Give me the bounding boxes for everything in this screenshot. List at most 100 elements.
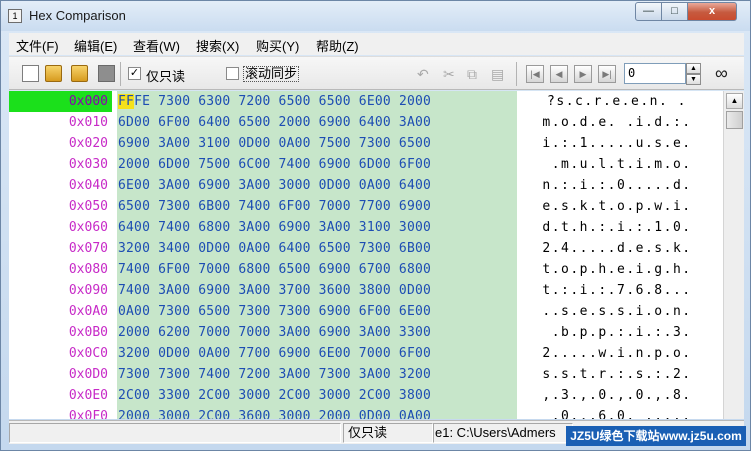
hex-row[interactable]: 0x070 3200 3400 0D00 0A00 6400 6500 7300… <box>9 238 723 259</box>
first-icon[interactable]: |◀ <box>526 65 544 83</box>
binoculars-icon[interactable]: ∞ <box>715 63 728 83</box>
status-pane-1 <box>9 423 341 443</box>
open-file-2-icon[interactable] <box>71 65 88 82</box>
row-address: 0x080 <box>68 262 108 277</box>
hex-row[interactable]: 0x020 6900 3A00 3100 0D00 0A00 7500 7300… <box>9 133 723 154</box>
row-hex[interactable]: 6500 7300 6B00 7400 6F00 7000 7700 6900 <box>118 196 516 217</box>
row-address: 0x0C0 <box>68 346 108 361</box>
row-address: 0x070 <box>68 241 108 256</box>
toolbar: ✓ 仅只读 滚动同步 ↶ ✂ ⧉ ▤ |◀ ◀ ▶ ▶| 0 ▲ ▼ ∞ <box>9 56 744 90</box>
row-address: 0x030 <box>68 157 108 172</box>
row-hex-rest: FE 7300 6300 7200 6500 6500 6E00 2000 <box>134 94 432 109</box>
cursor-byte[interactable]: FF <box>118 94 135 109</box>
scroll-up-icon[interactable]: ▲ <box>726 93 743 109</box>
hex-row[interactable]: 0x040 6E00 3A00 6900 3A00 3000 0D00 0A00… <box>9 175 723 196</box>
hex-row[interactable]: 0x000 FFFE 7300 6300 7200 6500 6500 6E00… <box>9 91 723 112</box>
row-address: 0x0A0 <box>68 304 108 319</box>
close-button[interactable]: x <box>687 2 737 21</box>
next-icon[interactable]: ▶ <box>574 65 592 83</box>
hex-row[interactable]: 0x0D0 7300 7300 7400 7200 3A00 7300 3A00… <box>9 364 723 385</box>
menu-search[interactable]: 搜索(X) <box>196 36 239 55</box>
hex-view[interactable]: 0x000 FFFE 7300 6300 7200 6500 6500 6E00… <box>9 91 744 419</box>
row-ascii[interactable]: d.t.h.:.i.:.1.0. <box>519 217 715 238</box>
watermark: JZ5U绿色下载站www.jz5u.com <box>566 426 746 446</box>
title-bar: 1 Hex Comparison — □ x <box>1 1 750 31</box>
row-address: 0x0E0 <box>68 388 108 403</box>
row-hex[interactable]: 3200 3400 0D00 0A00 6400 6500 7300 6B00 <box>118 238 516 259</box>
row-address: 0x010 <box>68 115 108 130</box>
cut-icon[interactable]: ✂ <box>443 66 455 83</box>
menu-file[interactable]: 文件(F) <box>16 36 59 55</box>
row-hex[interactable]: 2000 6D00 7500 6C00 7400 6900 6D00 6F00 <box>118 154 516 175</box>
row-hex[interactable]: FFFE 7300 6300 7200 6500 6500 6E00 2000 <box>118 91 516 112</box>
row-hex[interactable]: 6D00 6F00 6400 6500 2000 6900 6400 3A00 <box>118 112 516 133</box>
row-hex[interactable]: 0A00 7300 6500 7300 7300 6900 6F00 6E00 <box>118 301 516 322</box>
hex-row[interactable]: 0x010 6D00 6F00 6400 6500 2000 6900 6400… <box>9 112 723 133</box>
row-address: 0x060 <box>68 220 108 235</box>
stop-icon[interactable] <box>98 65 115 82</box>
row-ascii[interactable]: i.:.1.....u.s.e. <box>519 133 715 154</box>
row-ascii[interactable]: e.s.k.t.o.p.w.i. <box>519 196 715 217</box>
hex-row[interactable]: 0x0B0 2000 6200 7000 7000 3A00 6900 3A00… <box>9 322 723 343</box>
hex-row[interactable]: 0x0C0 3200 0D00 0A00 7700 6900 6E00 7000… <box>9 343 723 364</box>
new-file-icon[interactable] <box>22 65 39 82</box>
hex-row[interactable]: 0x0E0 2C00 3300 2C00 3000 2C00 3000 2C00… <box>9 385 723 406</box>
copy-icon[interactable]: ⧉ <box>467 66 477 83</box>
hex-row[interactable]: 0x090 7400 3A00 6900 3A00 3700 3600 3800… <box>9 280 723 301</box>
hex-row[interactable]: 0x060 6400 7400 6800 3A00 6900 3A00 3100… <box>9 217 723 238</box>
toolbar-separator <box>516 62 517 86</box>
row-hex[interactable]: 6400 7400 6800 3A00 6900 3A00 3100 3000 <box>118 217 516 238</box>
row-address: 0x0D0 <box>68 367 108 382</box>
menu-view[interactable]: 查看(W) <box>133 36 180 55</box>
row-ascii[interactable]: 2.4.....d.e.s.k. <box>519 238 715 259</box>
row-hex[interactable]: 6E00 3A00 6900 3A00 3000 0D00 0A00 6400 <box>118 175 516 196</box>
paste-icon[interactable]: ▤ <box>491 66 504 83</box>
row-hex[interactable]: 7300 7300 7400 7200 3A00 7300 3A00 3200 <box>118 364 516 385</box>
row-hex[interactable]: 7400 6F00 7000 6800 6500 6900 6700 6800 <box>118 259 516 280</box>
row-ascii[interactable]: n.:.i.:.0.....d. <box>519 175 715 196</box>
scroll-sync-checkbox[interactable] <box>226 67 239 80</box>
row-ascii[interactable]: .m.u.l.t.i.m.o. <box>519 154 715 175</box>
readonly-checkbox[interactable]: ✓ <box>128 67 141 80</box>
prev-icon[interactable]: ◀ <box>550 65 568 83</box>
row-address: 0x0B0 <box>68 325 108 340</box>
row-hex[interactable]: 7400 3A00 6900 3A00 3700 3600 3800 0D00 <box>118 280 516 301</box>
app-window: 1 Hex Comparison — □ x 文件(F) 编辑(E) 查看(W)… <box>0 0 751 451</box>
row-hex[interactable]: 3200 0D00 0A00 7700 6900 6E00 7000 6F00 <box>118 343 516 364</box>
row-ascii[interactable]: .b.p.p.:.i.:.3. <box>519 322 715 343</box>
row-ascii[interactable]: .0.,.6.0. ..... <box>519 406 715 419</box>
row-ascii[interactable]: ?s.c.r.e.e.n. . <box>519 91 715 112</box>
hex-row[interactable]: 0x0A0 0A00 7300 6500 7300 7300 6900 6F00… <box>9 301 723 322</box>
hex-row[interactable]: 0x0F0 2000 3000 2C00 3600 3000 2000 0D00… <box>9 406 723 419</box>
row-ascii[interactable]: t.o.p.h.e.i.g.h. <box>519 259 715 280</box>
row-hex[interactable]: 2C00 3300 2C00 3000 2C00 3000 2C00 3800 <box>118 385 516 406</box>
spin-down-icon[interactable]: ▼ <box>686 74 701 85</box>
row-ascii[interactable]: s.s.t.r.:.s.:.2. <box>519 364 715 385</box>
row-hex[interactable]: 2000 3000 2C00 3600 3000 2000 0D00 0A00 <box>118 406 516 419</box>
scroll-thumb[interactable] <box>726 111 743 129</box>
hex-row[interactable]: 0x050 6500 7300 6B00 7400 6F00 7000 7700… <box>9 196 723 217</box>
row-ascii[interactable]: t.:.i.:.7.6.8... <box>519 280 715 301</box>
vertical-scrollbar[interactable]: ▲ <box>723 91 744 419</box>
last-icon[interactable]: ▶| <box>598 65 616 83</box>
row-ascii[interactable]: 2.....w.i.n.p.o. <box>519 343 715 364</box>
row-hex[interactable]: 2000 6200 7000 7000 3A00 6900 3A00 3300 <box>118 322 516 343</box>
maximize-button[interactable]: □ <box>661 2 688 21</box>
window-title: Hex Comparison <box>29 8 126 23</box>
row-ascii[interactable]: ,.3.,.0.,.0.,.8. <box>519 385 715 406</box>
hex-row[interactable]: 0x080 7400 6F00 7000 6800 6500 6900 6700… <box>9 259 723 280</box>
hex-row[interactable]: 0x030 2000 6D00 7500 6C00 7400 6900 6D00… <box>9 154 723 175</box>
row-ascii[interactable]: m.o.d.e. .i.d.:. <box>519 112 715 133</box>
row-hex[interactable]: 6900 3A00 3100 0D00 0A00 7500 7300 6500 <box>118 133 516 154</box>
spin-up-icon[interactable]: ▲ <box>686 63 701 74</box>
row-address: 0x040 <box>68 178 108 193</box>
row-ascii[interactable]: ..s.e.s.s.i.o.n. <box>519 301 715 322</box>
open-file-icon[interactable] <box>45 65 62 82</box>
menu-help[interactable]: 帮助(Z) <box>316 36 359 55</box>
minimize-button[interactable]: — <box>635 2 662 21</box>
offset-input[interactable]: 0 <box>624 63 686 84</box>
menu-edit[interactable]: 编辑(E) <box>74 36 117 55</box>
undo-icon[interactable]: ↶ <box>417 66 429 83</box>
menu-buy[interactable]: 购买(Y) <box>256 36 299 55</box>
document-icon[interactable]: 1 <box>8 9 22 23</box>
